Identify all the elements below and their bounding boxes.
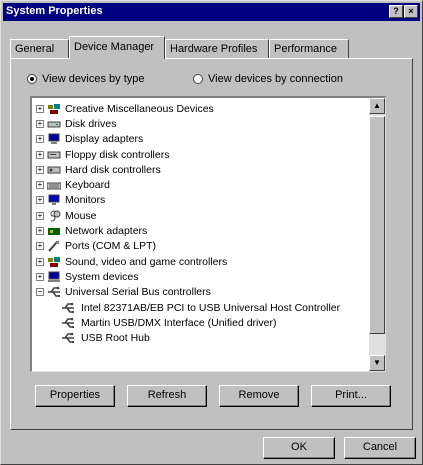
expand-icon[interactable]: + [36,181,44,190]
tree-item-network-adapters[interactable]: + Network adapters [36,223,340,238]
usb-icon [62,332,74,344]
print-button[interactable]: Print... [311,385,391,407]
tree-item-label: Display adapters [65,133,144,146]
device-manager-panel: View devices by type View devices by con… [10,58,413,430]
sound-controller-icon [48,256,60,267]
close-button[interactable]: × [404,5,418,18]
tree-item-label: Hard disk controllers [65,163,161,176]
view-by-connection-radio[interactable] [193,74,203,84]
tree-item-usb-root-hub[interactable]: USB Root Hub [36,330,340,345]
system-device-icon [48,271,60,282]
tab-hardware-profiles[interactable]: Hardware Profiles [165,39,269,58]
hard-disk-controller-icon [47,166,61,174]
scroll-down-arrow-icon[interactable]: ▼ [369,355,385,371]
tab-performance[interactable]: Performance [269,39,349,58]
refresh-button[interactable]: Refresh [127,385,207,407]
tree-item-monitors[interactable]: + Monitors [36,193,340,208]
tree-item-label: Network adapters [65,225,148,238]
help-button[interactable]: ? [389,5,403,18]
floppy-controller-icon [47,151,61,159]
expand-icon[interactable]: + [36,211,44,220]
tree-item-label: Floppy disk controllers [65,148,170,161]
vertical-scrollbar[interactable]: ▲ ▼ [369,98,385,371]
tree-item-label: System devices [65,270,139,283]
tree-item-label: Martin USB/DMX Interface (Unified driver… [81,316,277,329]
tree-item-disk-drives[interactable]: + Disk drives [36,116,340,131]
expand-icon[interactable]: + [36,257,44,266]
tree-item-ports[interactable]: + Ports (COM & LPT) [36,239,340,254]
tree-item-keyboard[interactable]: + Keyboard [36,177,340,192]
remove-button[interactable]: Remove [219,385,299,407]
window-title: System Properties [6,5,103,17]
expand-icon[interactable]: + [36,227,44,236]
expand-icon[interactable]: + [36,242,44,251]
collapse-icon[interactable]: − [36,288,44,297]
expand-icon[interactable]: + [36,150,44,159]
view-by-type-option[interactable]: View devices by type [27,73,145,85]
tab-device-manager[interactable]: Device Manager [69,36,165,59]
view-by-connection-option[interactable]: View devices by connection [193,73,343,85]
expand-icon[interactable]: + [36,165,44,174]
tree-item-label: Disk drives [65,117,117,130]
scroll-thumb[interactable] [369,116,385,334]
port-icon [48,241,59,252]
misc-device-icon [48,103,60,114]
tree-item-label: USB Root Hub [81,332,150,345]
tree-item-label: Sound, video and game controllers [65,255,228,268]
tree-item-label: Keyboard [65,179,110,192]
system-properties-window: System Properties ? × General Device Man… [0,0,423,465]
display-adapter-icon [48,133,60,145]
device-tree[interactable]: + Creative Miscellaneous Devices + Disk … [30,96,386,372]
tree-item-usb-host-controller[interactable]: Intel 82371AB/EB PCI to USB Universal Ho… [36,300,340,315]
tree-item-label: Creative Miscellaneous Devices [65,102,214,115]
tree-item-usb-dmx-interface[interactable]: Martin USB/DMX Interface (Unified driver… [36,315,340,330]
tree-item-floppy-controllers[interactable]: + Floppy disk controllers [36,147,340,162]
cancel-button[interactable]: Cancel [344,437,416,459]
usb-icon [48,286,60,298]
tree-item-label: Mouse [65,209,97,222]
device-tree-items: + Creative Miscellaneous Devices + Disk … [36,101,340,346]
tree-item-label: Ports (COM & LPT) [65,240,157,253]
ok-button[interactable]: OK [263,437,335,459]
tree-item-label: Intel 82371AB/EB PCI to USB Universal Ho… [81,301,341,314]
scroll-up-arrow-icon[interactable]: ▲ [369,98,385,114]
view-by-type-radio[interactable] [27,74,37,84]
tree-item-mouse[interactable]: + Mouse [36,208,340,223]
tree-item-sound-controllers[interactable]: + Sound, video and game controllers [36,254,340,269]
usb-icon [62,317,74,328]
title-bar[interactable]: System Properties ? × [3,3,420,21]
disk-drive-icon [47,121,61,128]
network-adapter-icon [48,228,60,236]
usb-icon [62,302,74,313]
tree-item-usb-controllers[interactable]: − Universal Serial Bus controllers [36,285,340,300]
properties-button[interactable]: Properties [35,385,115,407]
tree-item-label: Universal Serial Bus controllers [65,286,211,299]
tree-item-hard-disk-controllers[interactable]: + Hard disk controllers [36,162,340,177]
expand-icon[interactable]: + [36,135,44,144]
expand-icon[interactable]: + [36,119,44,128]
tree-item-label: Monitors [65,194,106,207]
view-by-connection-label: View devices by connection [208,73,343,85]
view-by-type-label: View devices by type [42,73,145,85]
monitor-icon [48,194,60,206]
expand-icon[interactable]: + [36,196,44,205]
tree-item-display-adapters[interactable]: + Display adapters [36,132,340,147]
tree-item-system-devices[interactable]: + System devices [36,269,340,284]
mouse-icon [50,210,61,222]
expand-icon[interactable]: + [36,104,44,113]
expand-icon[interactable]: + [36,272,44,281]
tab-general[interactable]: General [10,39,69,58]
tree-item-creative-misc[interactable]: + Creative Miscellaneous Devices [36,101,340,116]
keyboard-icon [47,182,61,190]
